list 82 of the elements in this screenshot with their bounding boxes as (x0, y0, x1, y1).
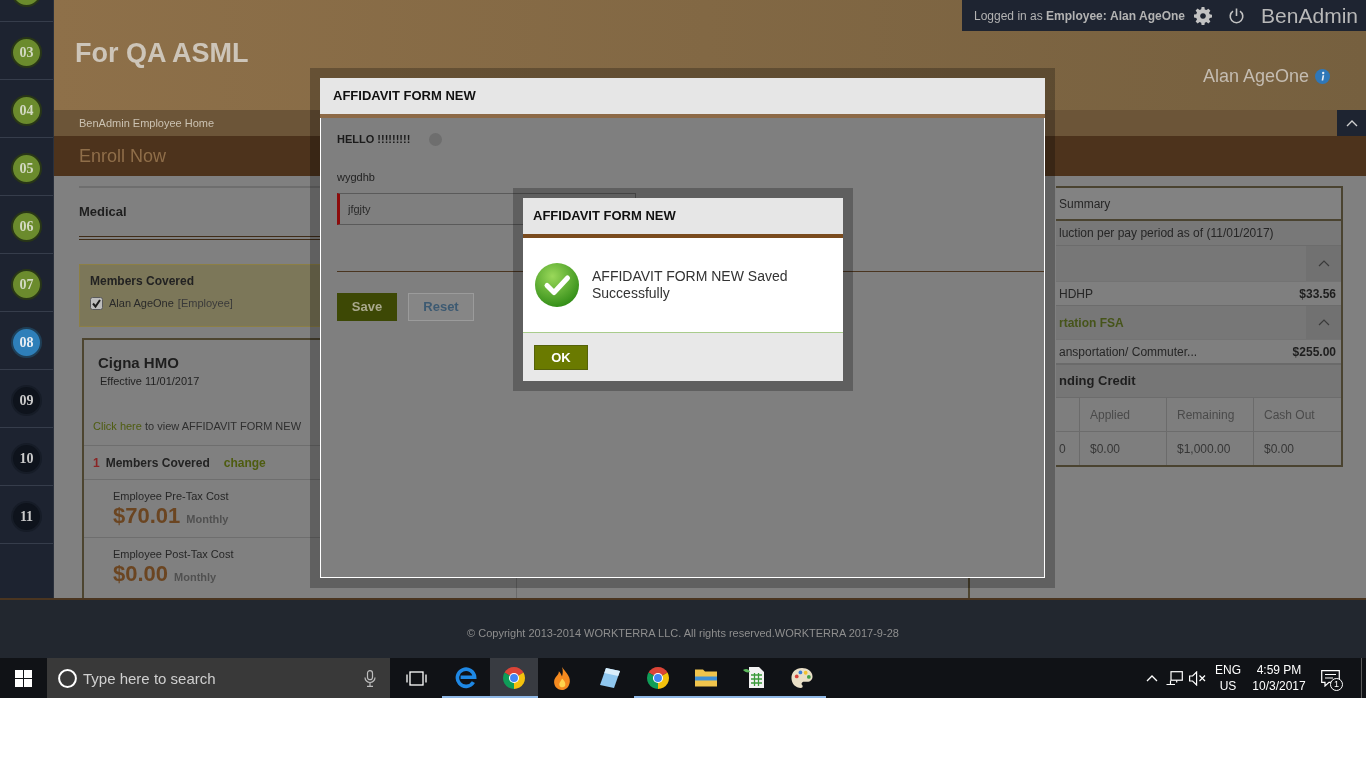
members-label: Members Covered (105, 454, 210, 472)
chevron-up-icon (1345, 119, 1358, 127)
search-field[interactable]: Type here to search (47, 658, 390, 698)
table-cell-text: $1,000.00 (1177, 440, 1231, 458)
table-cell-text: $0.00 (1090, 440, 1121, 458)
greeting-text: HELLO !!!!!!!!! (337, 132, 411, 148)
network-icon (1166, 670, 1183, 686)
effective-date: Effective 11/01/2017 (99, 375, 200, 388)
field-label: wygdhb (337, 171, 375, 184)
plan-item-amount: $33.56 (1299, 285, 1336, 303)
credit-title: nding Credit (1058, 372, 1136, 391)
table-cell-text: 0 (1059, 440, 1066, 458)
flame-icon (553, 666, 571, 690)
start-icon (15, 669, 32, 687)
folder-icon (695, 669, 717, 687)
notification-icon (1320, 669, 1340, 687)
checkbox[interactable] (90, 297, 103, 310)
reset-button[interactable]: Reset (408, 293, 474, 321)
dialog-title: AFFIDAVIT FORM NEW (333, 87, 476, 106)
step-button[interactable]: 04 (11, 94, 42, 126)
plan-name: Cigna HMO (97, 354, 179, 372)
member-role: [Employee] (177, 296, 233, 312)
e-logo-icon (455, 667, 477, 689)
success-message: AFFIDAVIT FORM NEW Saved Successfully (592, 268, 789, 302)
site-title: For QA ASML (74, 37, 249, 70)
tile-icon (600, 668, 620, 688)
microphone-icon[interactable] (364, 670, 376, 687)
table-cell-text: $0.00 (1264, 440, 1295, 458)
ok-button[interactable]: OK (534, 345, 588, 371)
chevron-up-icon (1317, 319, 1330, 326)
step-button[interactable]: 09 (11, 384, 42, 416)
taskbar-app-button[interactable] (490, 658, 538, 698)
step-button[interactable]: 07 (11, 268, 42, 300)
member-count: 1 (93, 454, 100, 472)
plan-item-name: ansportation/ Commuter... (1058, 343, 1198, 361)
panel-title: Summary (1058, 195, 1111, 213)
chevron-up-icon (1145, 674, 1158, 682)
members-title: Members Covered (90, 275, 195, 288)
group-title: rtation FSA (1058, 314, 1124, 332)
section-title: Medical (79, 203, 127, 222)
ring-icon (58, 669, 77, 688)
cost-label: Employee Pre-Tax Cost (113, 490, 229, 503)
copyright-text: © Copyright 2013-2014 WORKTERRA LLC. All rights reserved.WORKTERRA 2017-9-28 (467, 627, 899, 641)
language-button[interactable]: ENG US (1209, 658, 1247, 698)
step-button[interactable]: 08 (11, 326, 42, 358)
save-button[interactable]: Save (337, 293, 397, 321)
form-link-text: Click here to view AFFIDAVIT FORM NEW (93, 420, 301, 433)
step-button[interactable]: 03 (11, 36, 42, 68)
power-icon[interactable] (1229, 7, 1245, 24)
cost-amount: $70.01 (113, 503, 181, 529)
scroll-up-button[interactable] (1337, 110, 1366, 136)
step-button[interactable]: 10 (11, 442, 42, 474)
chevron-up-icon (1317, 260, 1330, 267)
spreadsheet-icon (743, 667, 765, 689)
task-view-icon (405, 670, 427, 686)
ring-logo-icon (647, 667, 669, 689)
step-button[interactable]: 11 (11, 500, 42, 532)
step-button[interactable]: 05 (11, 152, 42, 184)
clock-button[interactable]: 4:59 PM 10/3/2017 (1247, 658, 1311, 698)
toggle-button[interactable] (1306, 246, 1341, 281)
notification-button[interactable]: 1 (1311, 658, 1349, 698)
cost-label: Employee Post-Tax Cost (113, 548, 234, 561)
cost-amount: $0.00 (113, 561, 169, 587)
notification-count: 1 (1330, 678, 1343, 691)
user-name: Alan AgeOne (1202, 65, 1309, 88)
speaker-muted-icon (1189, 670, 1206, 686)
plan-item-name: HDHP (1058, 285, 1093, 303)
palette-icon (791, 668, 813, 688)
panel-subtitle: luction per pay period as of (11/01/2017) (1058, 225, 1274, 242)
ring-logo-icon (503, 667, 525, 689)
toggle-button[interactable] (1306, 306, 1341, 339)
brand-name: BenAdmin (1261, 2, 1358, 29)
step-button[interactable]: 06 (11, 210, 42, 242)
breadcrumb-link[interactable]: BenAdmin Employee Home (54, 114, 215, 132)
settings-icon[interactable] (1194, 6, 1213, 25)
plan-item-amount: $255.00 (1292, 343, 1336, 361)
page-heading: Enroll Now (78, 144, 167, 168)
info-icon[interactable] (1315, 69, 1330, 84)
check-circle-icon (535, 263, 579, 307)
member-name: Alan AgeOne (109, 296, 174, 312)
login-status: Logged in as Employee: Alan AgeOne (974, 7, 1185, 25)
view-form-link[interactable]: Click here (93, 420, 142, 432)
